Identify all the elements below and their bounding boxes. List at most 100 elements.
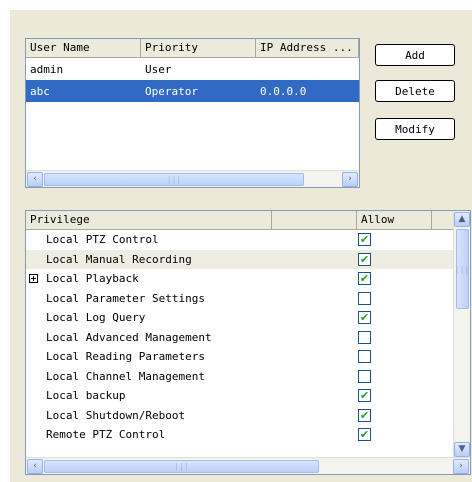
privilege-name: Remote PTZ Control xyxy=(26,428,352,441)
scroll-right-button[interactable]: › xyxy=(453,458,469,474)
check-icon: ✔ xyxy=(359,408,370,422)
allow-checkbox-checked[interactable]: ✔ xyxy=(358,389,371,403)
scroll-right-button[interactable]: › xyxy=(342,171,358,187)
privilege-list[interactable]: Privilege Allow Local PTZ Control ✔ Local … xyxy=(25,210,471,475)
privilege-name: Local Channel Management xyxy=(26,370,352,383)
privilege-row[interactable]: Local Channel Management xyxy=(26,367,470,387)
chevron-left-icon: ‹ xyxy=(33,460,37,471)
privilege-label: Local Manual Recording xyxy=(46,252,192,266)
allow-checkbox-checked[interactable]: ✔ xyxy=(358,272,371,286)
delete-button[interactable]: Delete xyxy=(375,80,455,102)
user-row-admin[interactable]: admin User xyxy=(26,58,359,80)
privilege-label: Remote PTZ Control xyxy=(46,428,166,442)
grip-icon: ||| xyxy=(174,461,189,471)
user-priority-cell: User xyxy=(145,62,172,76)
allow-cell xyxy=(352,350,432,364)
column-header-privilege[interactable]: Privilege xyxy=(26,211,272,229)
user-name-cell: admin xyxy=(30,62,64,76)
privilege-label: Local Playback xyxy=(46,272,139,286)
scroll-thumb[interactable]: ||| xyxy=(44,459,319,473)
chevron-left-icon: ‹ xyxy=(33,173,37,184)
column-header-priority[interactable]: Priority xyxy=(141,39,256,57)
allow-cell: ✔ xyxy=(352,252,432,266)
privilege-name: Local Reading Parameters xyxy=(26,350,352,363)
scroll-up-button[interactable]: ▲ xyxy=(454,212,470,227)
allow-checkbox-unchecked[interactable] xyxy=(358,369,371,383)
privilege-row[interactable]: Local Parameter Settings xyxy=(26,289,470,309)
column-header-ip-address[interactable]: IP Address ... xyxy=(256,39,359,57)
allow-checkbox-checked[interactable]: ✔ xyxy=(358,233,371,247)
column-header-allow[interactable]: Allow xyxy=(357,211,432,229)
check-icon: ✔ xyxy=(359,311,370,325)
privilege-row[interactable]: Local Advanced Management xyxy=(26,328,470,348)
allow-checkbox-checked[interactable]: ✔ xyxy=(358,252,371,266)
privilege-label: Local Advanced Management xyxy=(46,330,212,344)
scroll-down-button[interactable]: ▼ xyxy=(454,442,470,457)
allow-cell: ✔ xyxy=(352,428,432,442)
scroll-left-button[interactable]: ‹ xyxy=(27,458,43,474)
privilege-row[interactable]: Local Log Query ✔ xyxy=(26,308,470,328)
grip-icon: ||| xyxy=(166,174,182,184)
privilege-row[interactable]: Local Manual Recording ✔ xyxy=(26,249,470,269)
privilege-label: Local Shutdown/Reboot xyxy=(46,408,186,422)
allow-checkbox-unchecked[interactable] xyxy=(358,330,371,344)
check-icon: ✔ xyxy=(359,272,370,286)
privilege-name: Local PTZ Control xyxy=(26,233,352,246)
scroll-thumb[interactable]: ||| xyxy=(44,172,304,186)
allow-cell xyxy=(352,330,432,344)
allow-checkbox-checked[interactable]: ✔ xyxy=(358,428,371,442)
user-name-cell: abc xyxy=(30,84,50,98)
user-list-horizontal-scrollbar[interactable]: ‹ ||| › xyxy=(26,170,359,187)
expand-plus-icon[interactable] xyxy=(29,274,38,284)
scroll-track[interactable]: ||| xyxy=(44,172,341,187)
privilege-row[interactable]: Remote PTZ Control ✔ xyxy=(26,425,470,445)
scroll-track[interactable]: ||| xyxy=(44,459,452,474)
allow-cell: ✔ xyxy=(352,311,432,325)
add-button[interactable]: Add xyxy=(375,44,455,66)
check-icon: ✔ xyxy=(359,252,370,266)
privilege-name: Local backup xyxy=(26,389,352,402)
check-icon: ✔ xyxy=(359,233,370,247)
privilege-row[interactable]: Local Playback ✔ xyxy=(26,269,470,289)
privilege-label: Local Reading Parameters xyxy=(46,350,205,364)
privilege-rows: Local PTZ Control ✔ Local Manual Recording… xyxy=(26,230,470,445)
privilege-row[interactable]: Local Reading Parameters xyxy=(26,347,470,367)
scroll-thumb[interactable]: ||| xyxy=(454,229,470,309)
user-management-dialog: User Name Priority IP Address ... admin … xyxy=(10,10,472,482)
chevron-up-icon: ▲ xyxy=(458,214,466,224)
column-header-user-name[interactable]: User Name xyxy=(26,39,141,57)
allow-checkbox-checked[interactable]: ✔ xyxy=(358,408,371,422)
privilege-row[interactable]: Local Shutdown/Reboot ✔ xyxy=(26,406,470,426)
privilege-name: Local Shutdown/Reboot xyxy=(26,409,352,422)
allow-cell: ✔ xyxy=(352,272,432,286)
privilege-name: Local Advanced Management xyxy=(26,331,352,344)
allow-cell xyxy=(352,369,432,383)
allow-checkbox-unchecked[interactable] xyxy=(358,291,371,305)
privilege-label: Local Channel Management xyxy=(46,369,205,383)
privilege-name: Local Manual Recording xyxy=(26,253,352,266)
scroll-left-button[interactable]: ‹ xyxy=(27,171,43,187)
privilege-row[interactable]: Local PTZ Control ✔ xyxy=(26,230,470,250)
privilege-list-vertical-scrollbar[interactable]: ▲ ||| ▼ xyxy=(453,211,470,458)
chevron-right-icon: › xyxy=(348,173,352,184)
privilege-list-horizontal-scrollbar[interactable]: ‹ ||| › xyxy=(26,457,470,474)
user-list[interactable]: User Name Priority IP Address ... admin … xyxy=(25,38,360,188)
user-row-abc[interactable]: abc Operator 0.0.0.0 xyxy=(26,80,359,102)
privilege-list-header: Privilege Allow xyxy=(26,211,470,230)
chevron-down-icon: ▼ xyxy=(458,444,466,454)
allow-checkbox-unchecked[interactable] xyxy=(358,350,371,364)
allow-cell: ✔ xyxy=(352,233,432,247)
check-icon: ✔ xyxy=(359,428,370,442)
privilege-row[interactable]: Local backup ✔ xyxy=(26,386,470,406)
privilege-name: Local Parameter Settings xyxy=(26,292,352,305)
user-ip-cell: 0.0.0.0 xyxy=(260,84,307,98)
grip-icon: ||| xyxy=(454,264,470,274)
allow-checkbox-checked[interactable]: ✔ xyxy=(358,311,371,325)
modify-button[interactable]: Modify xyxy=(375,118,455,140)
scroll-track[interactable]: ||| xyxy=(454,228,470,441)
privilege-name: Local Playback xyxy=(26,272,352,285)
privilege-label: Local Log Query xyxy=(46,311,146,325)
column-header-blank[interactable] xyxy=(272,211,357,229)
user-list-header: User Name Priority IP Address ... xyxy=(26,39,359,58)
check-icon: ✔ xyxy=(359,389,370,403)
